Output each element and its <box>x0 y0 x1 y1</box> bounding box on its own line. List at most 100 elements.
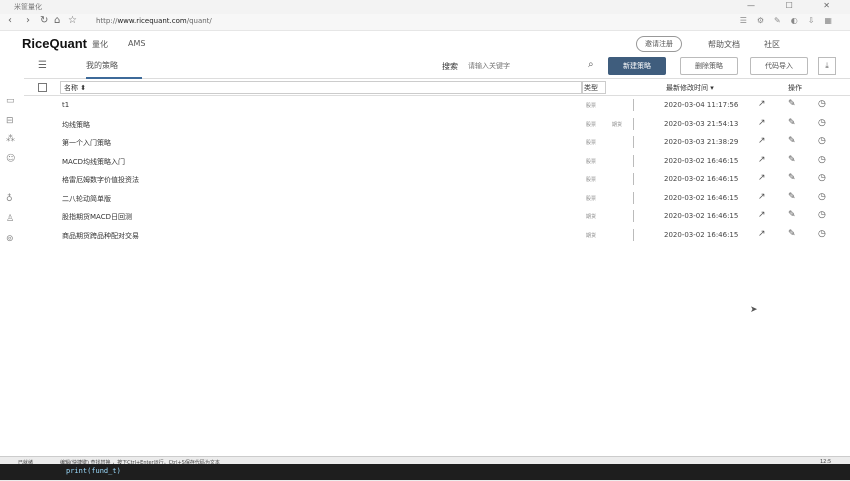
nav-ams[interactable]: AMS <box>128 39 145 48</box>
mouse-cursor-icon: ➤ <box>750 305 758 315</box>
search-input[interactable] <box>468 60 598 72</box>
strategy-type: 股票 <box>586 195 597 202</box>
trend-icon[interactable]: ↗ <box>758 210 766 220</box>
name-column-header-box[interactable] <box>60 81 582 94</box>
new-strategy-button[interactable]: 新建策略 <box>608 57 666 75</box>
header-type[interactable]: 类型 <box>584 83 598 93</box>
strategy-type: 股票 <box>586 177 597 183</box>
code-import-button[interactable]: 代码导入 <box>750 57 808 75</box>
clock-icon[interactable]: ◷ <box>818 136 826 146</box>
sidebar-research-icon[interactable]: ⊟ <box>6 116 14 126</box>
reload-icon[interactable]: ↻ <box>40 15 48 26</box>
sidebar-user-icon[interactable]: ☺ <box>6 154 15 164</box>
header-actions: 操作 <box>788 84 802 92</box>
strategy-name[interactable]: 第一个入门策略 <box>62 138 111 148</box>
trend-icon[interactable]: ↗ <box>758 99 766 109</box>
trend-icon[interactable]: ↗ <box>758 136 766 146</box>
strategy-name[interactable]: 二八轮动简单版 <box>62 194 111 204</box>
table-row[interactable]: 均线策略 股票 期货 2020-03-03 21:54:13 ↗ ✎ ◷ <box>24 115 850 134</box>
url-host: www.ricequant.com <box>117 17 187 25</box>
clock-icon[interactable]: ◷ <box>818 229 826 239</box>
sidebar-network-icon[interactable]: ⁂ <box>6 134 15 144</box>
community-link[interactable]: 社区 <box>764 39 780 50</box>
sidebar-idea-icon[interactable]: ♁ <box>6 194 13 204</box>
download-icon[interactable]: ⤓ <box>818 57 836 75</box>
select-all-checkbox[interactable] <box>38 83 47 92</box>
edit-icon[interactable]: ✎ <box>788 99 796 109</box>
browser-navbar: ‹ › ↻ ⌂ ☆ http://www.ricequant.com/quant… <box>0 14 850 31</box>
edit-icon[interactable]: ✎ <box>788 192 796 202</box>
table-row[interactable]: 二八轮动简单版 股票 2020-03-02 16:46:15 ↗ ✎ ◷ <box>24 189 850 208</box>
left-sidebar: ▭ ⊟ ⁂ ☺ ♁ ♙ ⊚ <box>0 58 24 458</box>
table-row[interactable]: t1 股票 2020-03-04 11:17:56 ↗ ✎ ◷ <box>24 96 850 115</box>
browser-extension-icons[interactable]: ☰⚙✎◐⇩▦ <box>740 16 842 25</box>
window-controls[interactable]: — ☐ ✕ <box>747 1 844 10</box>
edit-icon[interactable]: ✎ <box>788 229 796 239</box>
strategy-type: 股票 <box>586 103 597 109</box>
trend-icon[interactable]: ↗ <box>758 229 766 239</box>
column-divider <box>633 154 634 167</box>
edit-icon[interactable]: ✎ <box>788 136 796 146</box>
search-icon[interactable]: ⌕ <box>588 59 594 70</box>
modified-time: 2020-03-02 16:46:15 <box>664 175 739 183</box>
window-titlebar: 米筐量化 — ☐ ✕ <box>0 0 850 15</box>
clock-icon[interactable]: ◷ <box>818 173 826 183</box>
trend-icon[interactable]: ↗ <box>758 173 766 183</box>
table-row[interactable]: 第一个入门策略 股票 2020-03-03 21:38:29 ↗ ✎ ◷ <box>24 133 850 152</box>
sidebar-settings-icon[interactable]: ⊚ <box>6 234 14 244</box>
edit-icon[interactable]: ✎ <box>788 155 796 165</box>
strategy-type: 股票 <box>586 121 597 128</box>
strategy-name[interactable]: 股指期货MACD日回测 <box>62 212 132 222</box>
search-label: 搜索 <box>442 62 458 71</box>
bookmark-star-icon[interactable]: ☆ <box>68 15 77 26</box>
column-divider <box>633 117 634 130</box>
table-row[interactable]: 格雷厄姆数字价值投资法 股票 2020-03-02 16:46:15 ↗ ✎ ◷ <box>24 170 850 189</box>
sidebar-strategy-icon[interactable]: ▭ <box>6 96 15 106</box>
table-row[interactable]: 商品期货跨品种配对交易 期货 2020-03-02 16:46:15 ↗ ✎ ◷ <box>24 226 850 245</box>
sidebar-group-icon[interactable]: ♙ <box>6 214 14 224</box>
address-bar[interactable]: http://www.ricequant.com/quant/ <box>96 17 212 25</box>
strategy-toolbar: ☰ 我的策略 搜索 ⌕ 新建策略 删除策略 代码导入 ⤓ <box>24 56 850 79</box>
url-prefix: http:// <box>96 17 118 25</box>
trend-icon[interactable]: ↗ <box>758 118 766 128</box>
invite-register-button[interactable]: 邀请注册 <box>636 36 682 52</box>
column-divider <box>633 136 634 148</box>
clock-icon[interactable]: ◷ <box>818 192 826 202</box>
strategy-name[interactable]: 格雷厄姆数字价值投资法 <box>62 175 139 185</box>
table-row[interactable]: MACD均线策略入门 股票 2020-03-02 16:46:15 ↗ ✎ ◷ <box>24 152 850 171</box>
home-icon[interactable]: ⌂ <box>54 15 60 26</box>
strategy-name[interactable]: t1 <box>62 101 69 109</box>
back-icon[interactable]: ‹ <box>8 15 12 26</box>
url-path: /quant/ <box>186 17 212 25</box>
clock-icon[interactable]: ◷ <box>818 118 826 128</box>
trend-icon[interactable]: ↗ <box>758 155 766 165</box>
clock-icon[interactable]: ◷ <box>818 155 826 165</box>
code-line: print(fund_t) <box>66 467 121 475</box>
nav-quant[interactable]: 量化 <box>92 39 108 50</box>
forward-icon[interactable]: › <box>26 15 30 26</box>
strategy-name[interactable]: 均线策略 <box>62 120 90 130</box>
delete-strategy-button[interactable]: 删除策略 <box>680 57 738 75</box>
table-header: 名称 ⬍ 类型 最新修改时间 ▾ 操作 <box>24 80 850 96</box>
table-row[interactable]: 股指期货MACD日回测 期货 2020-03-02 16:46:15 ↗ ✎ ◷ <box>24 207 850 226</box>
header-name[interactable]: 名称 ⬍ <box>64 83 86 93</box>
strategy-name[interactable]: 商品期货跨品种配对交易 <box>62 231 139 241</box>
strategy-name[interactable]: MACD均线策略入门 <box>62 157 125 167</box>
strategy-type: 股票 <box>586 140 597 146</box>
tab-my-strategies[interactable]: 我的策略 <box>86 60 142 79</box>
clock-icon[interactable]: ◷ <box>818 210 826 220</box>
help-doc-link[interactable]: 帮助文档 <box>708 39 740 50</box>
header-modified[interactable]: 最新修改时间 ▾ <box>666 83 714 93</box>
edit-icon[interactable]: ✎ <box>788 210 796 220</box>
column-divider <box>633 228 634 241</box>
edit-icon[interactable]: ✎ <box>788 173 796 183</box>
strategy-type: 股票 <box>586 158 597 165</box>
window-title: 米筐量化 <box>14 3 42 11</box>
code-editor-strip[interactable]: print(fund_t) <box>0 464 850 480</box>
menu-toggle-icon[interactable]: ☰ <box>38 60 47 71</box>
clock-icon[interactable]: ◷ <box>818 99 826 109</box>
trend-icon[interactable]: ↗ <box>758 192 766 202</box>
modified-time: 2020-03-02 16:46:15 <box>664 156 739 165</box>
edit-icon[interactable]: ✎ <box>788 118 796 128</box>
ricequant-logo[interactable]: RiceQuant <box>22 36 87 51</box>
